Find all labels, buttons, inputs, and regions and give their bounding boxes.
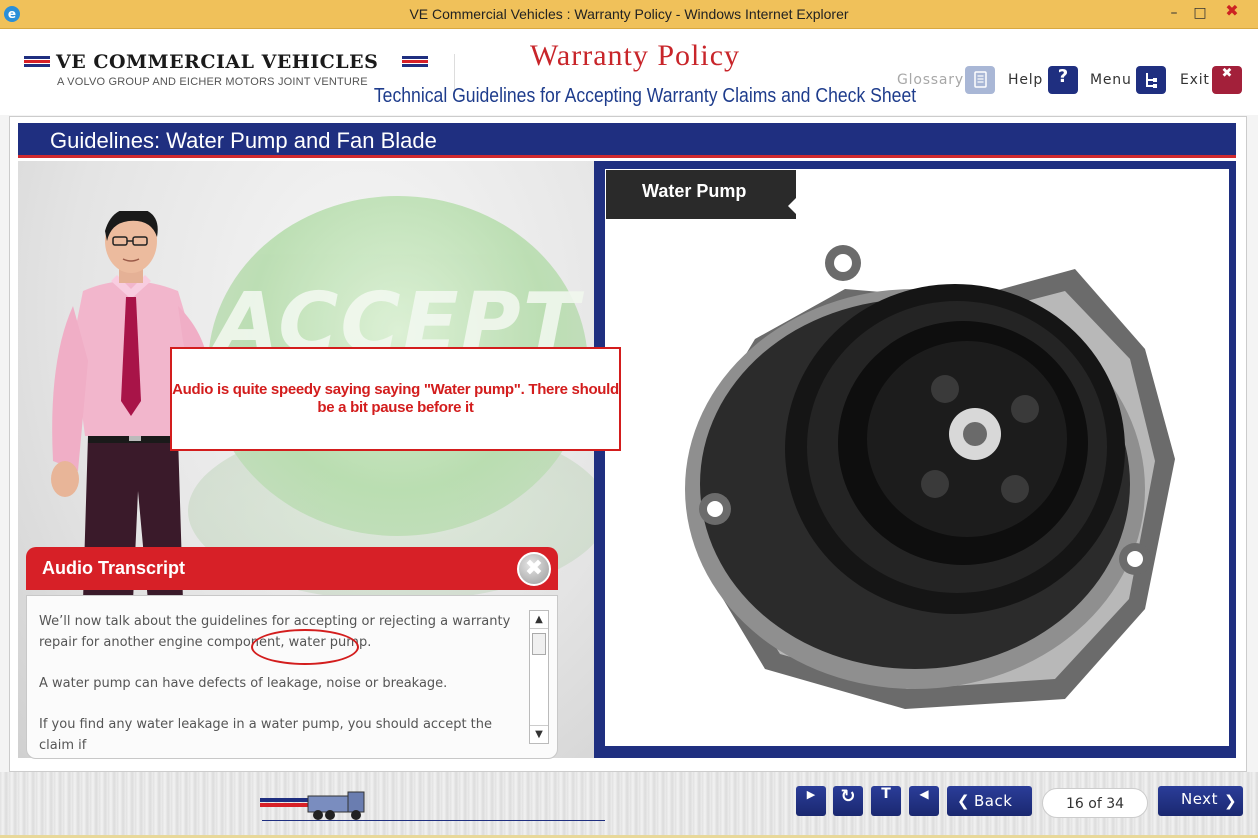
scroll-thumb[interactable] <box>532 633 546 655</box>
transcript-body[interactable]: We’ll now talk about the guidelines for … <box>26 595 558 759</box>
play-icon: ▶ <box>806 788 816 801</box>
glossary-icon <box>965 66 995 94</box>
help-icon: ? <box>1048 66 1078 94</box>
review-annotation-box: Audio is quite speedy saying saying "Wat… <box>170 347 621 451</box>
close-window-button[interactable]: ✖ <box>1216 0 1248 22</box>
transcript-paragraph: If you find any water leakage in a water… <box>39 717 493 753</box>
transcript-header: Audio Transcript ✖ <box>26 547 558 590</box>
menu-icon <box>1136 66 1166 94</box>
transcript-scrollbar[interactable]: ▲ ▼ <box>529 610 549 744</box>
exit-label: Exit <box>1180 72 1210 88</box>
menu-button[interactable]: Menu <box>1090 66 1168 94</box>
back-label: Back <box>974 792 1013 810</box>
truck-logo-icon <box>260 791 365 820</box>
play-button[interactable]: ▶ <box>796 786 826 816</box>
help-button[interactable]: Help ? <box>1008 66 1080 94</box>
exit-icon: ✖ <box>1212 66 1242 94</box>
slide-title-bar: Guidelines: Water Pump and Fan Blade <box>18 123 1236 158</box>
replay-icon: ↻ <box>840 786 856 807</box>
logo-tagline: A VOLVO GROUP AND EICHER MOTORS JOINT VE… <box>57 76 368 88</box>
image-panel <box>594 161 1236 758</box>
next-arrow-icon: ❯ <box>1224 792 1237 810</box>
slide-title: Guidelines: Water Pump and Fan Blade <box>50 128 437 153</box>
window-title: VE Commercial Vehicles : Warranty Policy… <box>409 6 849 22</box>
back-button[interactable]: ❮ Back <box>947 786 1032 816</box>
footer-rule <box>262 820 605 821</box>
next-label: Next <box>1181 790 1218 808</box>
menu-label: Menu <box>1090 72 1132 88</box>
scroll-up-icon[interactable]: ▲ <box>530 611 548 629</box>
course-title: Warranty Policy <box>529 39 741 72</box>
review-annotation-text: Audio is quite speedy saying saying "Wat… <box>172 381 619 416</box>
transcript-title: Audio Transcript <box>42 558 186 578</box>
logo-flag-left-icon <box>24 56 50 67</box>
next-button[interactable]: Next ❯ <box>1158 786 1243 816</box>
replay-button[interactable]: ↻ <box>833 786 863 816</box>
back-arrow-icon: ❮ <box>957 792 970 810</box>
minimize-button[interactable]: – <box>1162 2 1186 24</box>
course-header: VE COMMERCIAL VEHICLES A VOLVO GROUP AND… <box>0 29 1258 115</box>
water-pump-image <box>685 245 1175 709</box>
transcript-paragraph: A water pump can have defects of leakage… <box>39 676 448 691</box>
transcript-toggle-icon: T <box>881 786 891 802</box>
water-pump-label-tag: Water Pump <box>606 170 796 219</box>
close-transcript-button[interactable]: ✖ <box>517 552 551 586</box>
audio-button[interactable]: ◀ <box>909 786 939 816</box>
scroll-down-icon[interactable]: ▼ <box>530 725 548 743</box>
help-label: Help <box>1008 72 1044 88</box>
maximize-button[interactable]: □ <box>1188 2 1212 24</box>
water-pump-image-area <box>605 169 1229 746</box>
logo-flag-right-icon <box>402 56 428 67</box>
water-pump-label: Water Pump <box>642 181 747 201</box>
audio-icon: ◀ <box>919 787 929 801</box>
logo-name: VE COMMERCIAL VEHICLES <box>56 51 379 73</box>
window-title-bar: e VE Commercial Vehicles : Warranty Poli… <box>0 0 1258 29</box>
course-subtitle: Technical Guidelines for Accepting Warra… <box>373 85 917 107</box>
page-indicator: 16 of 34 <box>1042 788 1148 818</box>
review-highlight-ellipse <box>251 629 359 665</box>
glossary-label: Glossary <box>897 72 964 88</box>
transcript-toggle-button[interactable]: T <box>871 786 901 816</box>
glossary-button[interactable]: Glossary <box>897 66 997 94</box>
exit-button[interactable]: Exit ✖ <box>1180 66 1245 94</box>
